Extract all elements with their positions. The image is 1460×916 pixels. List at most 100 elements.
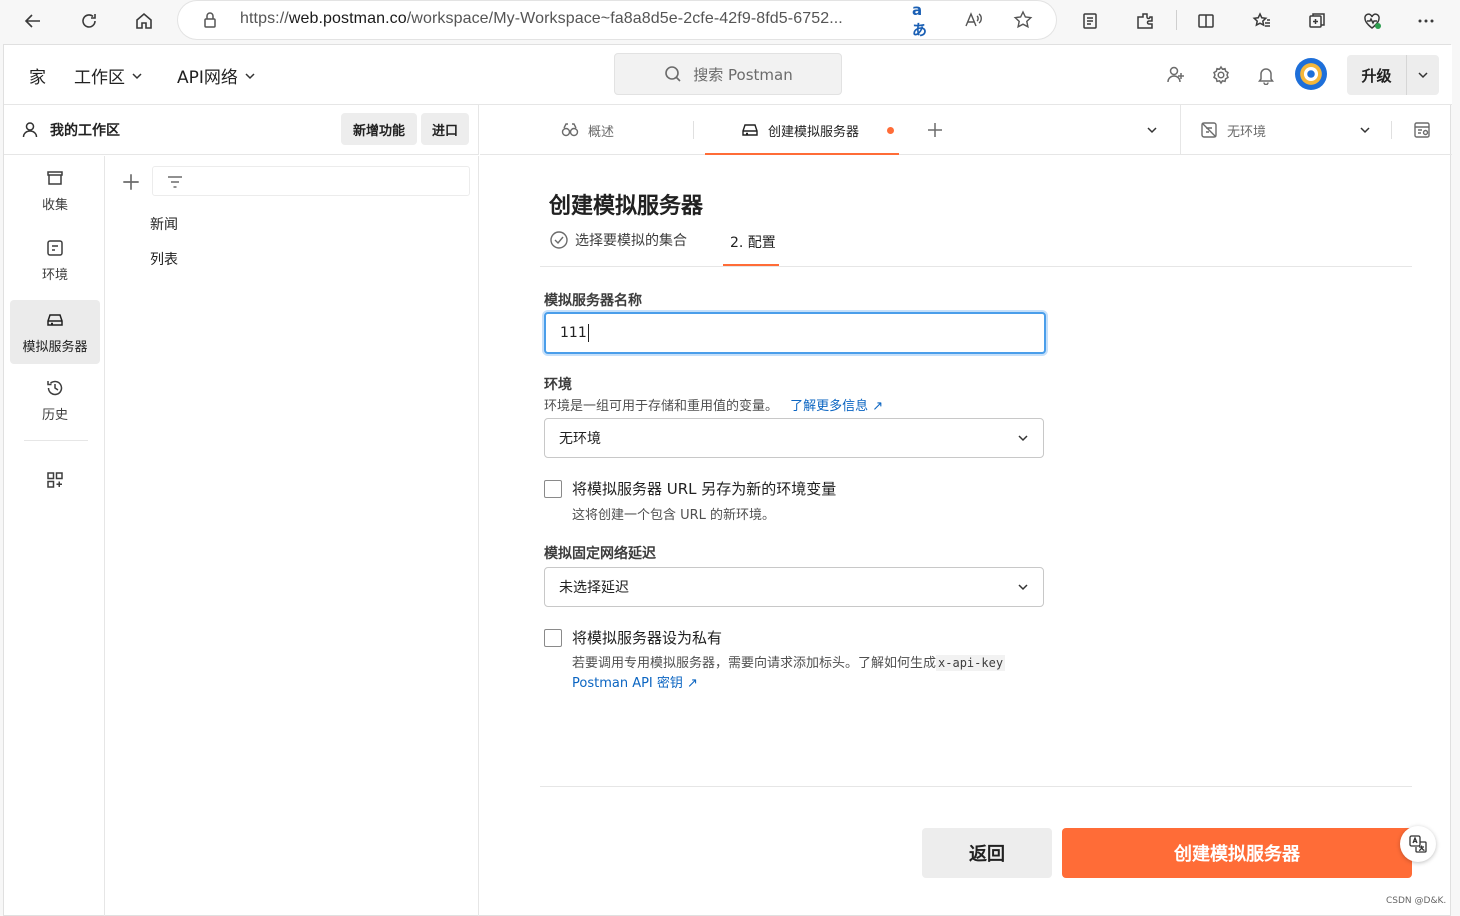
create-mock-server-form: 创建模拟服务器 选择要模拟的集合 2. 配置 模拟服务器名称 111 环境 环境… <box>480 156 1452 916</box>
upgrade-dropdown[interactable] <box>1407 55 1439 95</box>
collections-browser-icon[interactable] <box>1304 8 1330 34</box>
learn-more-link[interactable]: 了解更多信息 ↗ <box>790 399 883 414</box>
steps-divider <box>540 266 1412 267</box>
read-aloud-icon[interactable] <box>962 9 984 31</box>
lock-icon[interactable] <box>200 10 220 30</box>
url-text[interactable]: https://web.postman.co/workspace/My-Work… <box>240 10 843 28</box>
list-item[interactable]: 新闻 <box>150 214 178 234</box>
sidebar-item-label: 收集 <box>41 197 68 213</box>
split-screen-icon[interactable] <box>1193 8 1219 34</box>
add-mock-button[interactable] <box>120 171 142 193</box>
check-circle-icon <box>550 231 568 249</box>
toolbar-divider <box>1176 10 1177 30</box>
footer-divider <box>540 786 1412 787</box>
tabs-overflow-button[interactable] <box>1146 105 1158 155</box>
mock-server-list-panel: 新闻 列表 <box>106 156 479 916</box>
filter-input[interactable] <box>152 166 470 196</box>
quick-look-icon <box>1414 122 1430 138</box>
chevron-down-icon <box>132 72 142 79</box>
tab-bar: 概述 创建模拟服务器 无环境 <box>480 105 1452 155</box>
new-button[interactable]: 新增功能 <box>341 113 417 145</box>
extensions-icon[interactable] <box>1132 8 1158 34</box>
favorite-star-icon[interactable] <box>1012 9 1034 31</box>
tab-actions-icon[interactable] <box>1077 8 1103 34</box>
environment-quick-look-button[interactable] <box>1412 105 1432 155</box>
chevron-down-icon <box>245 72 255 79</box>
chevron-down-icon <box>1018 584 1028 591</box>
new-tab-button[interactable] <box>925 105 945 155</box>
no-environment-icon <box>1201 122 1217 138</box>
network-delay-value: 未选择延迟 <box>559 580 629 596</box>
api-network-menu[interactable]: API网络 <box>177 63 256 88</box>
import-button[interactable]: 进口 <box>421 113 469 145</box>
translate-float-icon[interactable] <box>1400 826 1436 862</box>
environment-dropdown[interactable]: 无环境 <box>1199 105 1266 155</box>
tab-create-mock-label: 创建模拟服务器 <box>768 124 860 140</box>
environment-label: 无环境 <box>1227 124 1267 140</box>
sidebar-item-mock-servers[interactable]: 模拟服务器 <box>10 300 100 364</box>
browser-toolbar: https://web.postman.co/workspace/My-Work… <box>0 0 1460 42</box>
home-icon[interactable] <box>131 8 157 34</box>
tab-create-mock-server[interactable]: 创建模拟服务器 <box>740 105 895 155</box>
private-mock-description-text: 若要调用专用模拟服务器，需要向请求添加标头。了解如何生成 <box>572 656 937 671</box>
workspace-title[interactable]: 我的工作区 <box>20 120 120 140</box>
api-key-header-code: x-api-key <box>936 655 1006 671</box>
upgrade-label[interactable]: 升级 <box>1347 55 1407 95</box>
network-delay-label: 模拟固定网络延迟 <box>544 546 656 562</box>
environment-description: 环境是一组可用于存储和重用值的变量。 了解更多信息 ↗ <box>544 395 883 414</box>
save-url-description: 这将创建一个包含 URL 的新环境。 <box>572 508 776 523</box>
back-button[interactable]: 返回 <box>922 828 1052 878</box>
more-menu-icon[interactable] <box>1413 8 1439 34</box>
search-input[interactable]: 搜索 Postman <box>614 53 842 95</box>
sidebar-item-history[interactable]: 历史 <box>10 368 100 432</box>
notifications-bell-icon[interactable] <box>1254 63 1278 87</box>
step-select-collection[interactable]: 选择要模拟的集合 <box>549 230 687 250</box>
settings-gear-icon[interactable] <box>1209 63 1233 87</box>
workspace-title-label: 我的工作区 <box>50 123 120 139</box>
tab-overview-label: 概述 <box>588 124 615 140</box>
tab-overview[interactable]: 概述 <box>560 105 614 155</box>
rail-divider <box>24 440 88 441</box>
add-widget-icon <box>47 472 63 488</box>
user-avatar[interactable] <box>1295 58 1327 90</box>
sidebar-item-label: 环境 <box>41 267 68 283</box>
search-placeholder: 搜索 Postman <box>693 65 793 84</box>
list-item[interactable]: 列表 <box>150 249 178 269</box>
private-mock-label[interactable]: 将模拟服务器设为私有 <box>572 627 722 648</box>
address-bar[interactable]: https://web.postman.co/workspace/My-Work… <box>178 1 1056 39</box>
browser-health-icon[interactable] <box>1359 8 1385 34</box>
sidebar-item-collections[interactable]: 收集 <box>10 158 100 222</box>
postman-api-key-link[interactable]: Postman API 密钥 ↗ <box>572 672 698 691</box>
mock-server-icon <box>742 124 758 136</box>
tab-divider <box>693 121 694 139</box>
environment-select[interactable]: 无环境 <box>544 418 1044 458</box>
workspaces-menu[interactable]: 工作区 <box>74 63 143 88</box>
create-mock-server-button[interactable]: 创建模拟服务器 <box>1062 828 1412 878</box>
invite-user-icon[interactable] <box>1164 63 1188 87</box>
environment-selector[interactable]: 无环境 <box>1180 105 1452 155</box>
mock-name-input[interactable]: 111 <box>544 312 1046 354</box>
unsaved-indicator-dot <box>887 126 895 134</box>
environment-chevron[interactable] <box>1359 105 1371 155</box>
history-icon <box>47 380 63 395</box>
chevron-down-icon <box>1147 127 1157 134</box>
sidebar-item-environments[interactable]: 环境 <box>10 228 100 292</box>
network-delay-select[interactable]: 未选择延迟 <box>544 567 1044 607</box>
save-url-label[interactable]: 将模拟服务器 URL 另存为新的环境变量 <box>572 478 836 499</box>
translate-icon[interactable]: aあ <box>912 1 934 39</box>
private-mock-checkbox[interactable] <box>544 629 562 647</box>
mock-name-label: 模拟服务器名称 <box>544 293 642 309</box>
favorites-icon[interactable] <box>1249 8 1275 34</box>
refresh-icon[interactable] <box>76 8 102 34</box>
step-configure[interactable]: 2. 配置 <box>730 232 776 252</box>
sidebar-item-label: 历史 <box>41 407 68 423</box>
environment-select-value: 无环境 <box>559 431 601 447</box>
home-link[interactable]: 家 <box>29 63 46 88</box>
configure-workbench-button[interactable] <box>10 448 100 512</box>
active-tab-indicator <box>705 153 899 155</box>
workspace-header: 我的工作区 新增功能 进口 <box>4 105 479 155</box>
upgrade-button[interactable]: 升级 <box>1347 55 1439 95</box>
environment-description-text: 环境是一组可用于存储和重用值的变量。 <box>544 399 779 414</box>
save-url-checkbox[interactable] <box>544 480 562 498</box>
back-arrow-icon[interactable] <box>20 8 46 34</box>
